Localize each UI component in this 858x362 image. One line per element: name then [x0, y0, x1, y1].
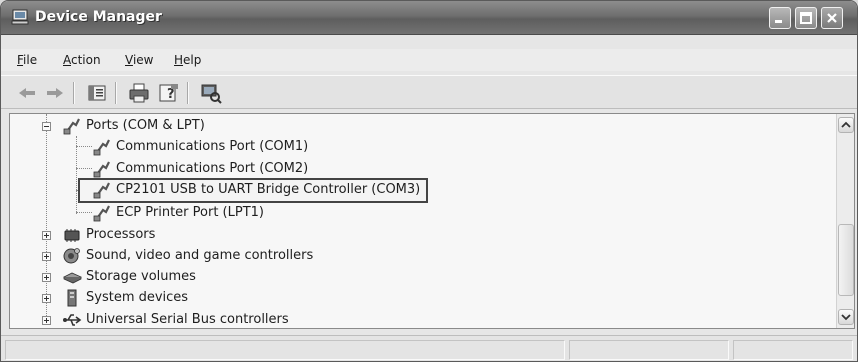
port-connector-icon [62, 117, 82, 135]
toolbar-separator [115, 82, 117, 104]
usb-icon [62, 311, 82, 328]
speaker-icon [62, 247, 82, 265]
menu-view[interactable]: View [125, 53, 153, 67]
tree-item-label: Processors [86, 227, 156, 242]
tree-item-lpt1[interactable]: ECP Printer Port (LPT1) [10, 203, 830, 223]
menu-bar: File Action View Help [1, 49, 857, 71]
tree-item-system[interactable]: System devices [10, 288, 830, 308]
status-pane-tertiary [733, 340, 853, 360]
tree-item-com3[interactable]: CP2101 USB to UART Bridge Controller (CO… [10, 180, 830, 200]
expand-toggle[interactable] [42, 294, 51, 303]
expand-toggle[interactable] [42, 231, 51, 240]
tree-item-label: System devices [86, 290, 189, 305]
back-arrow-icon[interactable] [15, 81, 39, 105]
status-bar [1, 335, 857, 361]
port-connector-icon [92, 181, 112, 199]
toolbar-separator [73, 82, 75, 104]
tree-item-label: CP2101 USB to UART Bridge Controller (CO… [116, 182, 421, 197]
maximize-button[interactable] [795, 7, 817, 29]
forward-arrow-icon[interactable] [43, 81, 67, 105]
scan-hardware-icon[interactable] [199, 81, 223, 105]
tree-item-processors[interactable]: Processors [10, 225, 830, 245]
tree-item-label: Communications Port (COM1) [116, 139, 309, 154]
collapse-toggle[interactable] [42, 122, 51, 131]
port-connector-icon [92, 138, 112, 156]
scroll-up-button[interactable] [838, 117, 854, 133]
tree-item-sound[interactable]: Sound, video and game controllers [10, 246, 830, 266]
menu-help[interactable]: Help [174, 53, 201, 67]
tree-item-com2[interactable]: Communications Port (COM2) [10, 159, 830, 179]
svg-text:?: ? [167, 87, 175, 102]
tree-item-ports[interactable]: Ports (COM & LPT) [10, 116, 830, 136]
tree-item-label: Communications Port (COM2) [116, 161, 309, 176]
status-pane-secondary [569, 340, 729, 360]
system-devices-icon [62, 289, 82, 307]
computer-icon [11, 9, 29, 25]
port-connector-icon [92, 160, 112, 178]
scroll-thumb[interactable] [838, 224, 854, 296]
expand-toggle[interactable] [42, 273, 51, 282]
scroll-down-button[interactable] [838, 309, 854, 325]
tree-item-storage[interactable]: Storage volumes [10, 267, 830, 287]
tree-item-usb[interactable]: Universal Serial Bus controllers [10, 310, 830, 328]
menu-file[interactable]: File [17, 53, 37, 67]
menu-action[interactable]: Action [63, 53, 101, 67]
device-tree[interactable]: Ports (COM & LPT) Communications Port (C… [9, 113, 855, 329]
title-bar[interactable]: Device Manager [1, 1, 857, 35]
processor-icon [62, 226, 82, 244]
window-title: Device Manager [35, 9, 162, 25]
tree-item-label: Ports (COM & LPT) [86, 118, 205, 133]
expand-toggle[interactable] [42, 252, 51, 261]
expand-toggle[interactable] [42, 316, 51, 325]
toolbar: ? [1, 75, 857, 109]
minimize-button[interactable] [769, 7, 791, 29]
device-manager-window: Device Manager File Action View Help ? P… [0, 0, 858, 362]
close-button[interactable] [821, 7, 843, 29]
tree-item-com1[interactable]: Communications Port (COM1) [10, 137, 830, 157]
toolbar-separator [187, 82, 189, 104]
tree-item-label: Storage volumes [86, 269, 196, 284]
storage-drive-icon [62, 268, 82, 286]
tree-item-label: Sound, video and game controllers [86, 248, 314, 263]
properties-icon[interactable] [85, 81, 109, 105]
tree-item-label: Universal Serial Bus controllers [86, 312, 289, 327]
printer-port-icon [92, 204, 112, 222]
help-icon[interactable]: ? [157, 81, 181, 105]
vertical-scrollbar[interactable] [836, 114, 854, 328]
tree-item-label: ECP Printer Port (LPT1) [116, 205, 264, 220]
status-pane-main [5, 340, 565, 360]
print-icon[interactable] [127, 81, 151, 105]
